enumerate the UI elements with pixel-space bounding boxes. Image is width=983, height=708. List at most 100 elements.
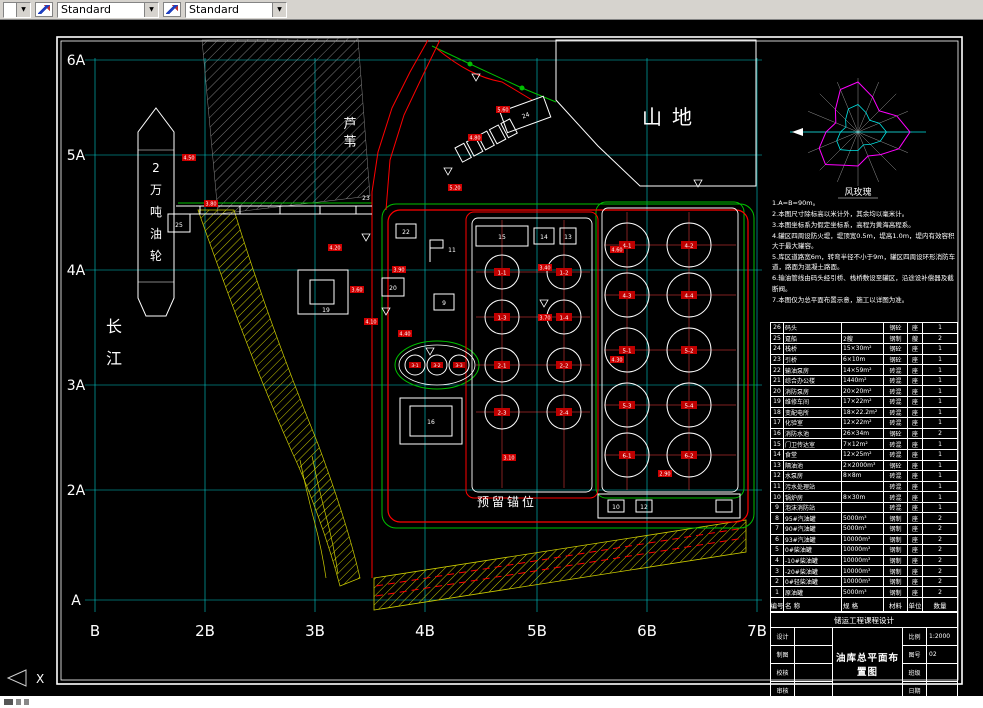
svg-text:4-2: 4-2 (685, 244, 694, 250)
grid-row-label: 6A (67, 53, 86, 69)
svg-text:4.40: 4.40 (399, 332, 410, 338)
svg-text:2-3: 2-3 (498, 411, 507, 417)
grid-col-label: 7B (747, 622, 767, 640)
note-line: 6.输油管线由码头经引桥、栈桥敷设至罐区，沿途设补偿器及截断阀。 (772, 274, 954, 293)
svg-text:3.40: 3.40 (539, 266, 550, 272)
svg-text:3-2: 3-2 (433, 363, 440, 369)
svg-text:4.80: 4.80 (469, 136, 480, 142)
reserved-berth-label: 预留锚位 (477, 494, 537, 509)
notes-block: 1.A=B=90m。 2.本图尺寸除标高以米计外，其余均以毫米计。 3.本图坐标系为… (772, 198, 958, 306)
table-row: 19 维修车间 17×22m² 砖混 座 1 (771, 397, 957, 408)
table-row: 5 0#柴油罐 10000m³ 钢制 座 2 (771, 545, 957, 556)
svg-text:6-2: 6-2 (685, 454, 694, 460)
drawing-canvas[interactable]: 6A 5A 4A 3A 2A A B 2B 3B 4B 5B 6B 7B 山地 (0, 20, 983, 700)
table-row: 7 90#汽油罐 5000m³ 钢制 座 2 (771, 523, 957, 535)
table-row: 10 锅炉房 8×30m 砖混 座 1 (771, 492, 957, 503)
tank-labels-middle: 1-1 1-2 1-3 1-4 2-1 2-2 2-3 2-4 (494, 268, 572, 417)
combo-empty-field (4, 3, 16, 17)
note-line: 5.库区道路宽6m，转弯半径不小于9m，罐区四周设环形消防车道，路面为混凝土路面… (772, 253, 956, 272)
titleblock-field: 设计 (771, 628, 832, 646)
note-line: 1.A=B=90m。 (772, 199, 820, 207)
table-row: 9 泡沫消防站 砖混 座 1 (771, 502, 957, 514)
note-line: 3.本图坐标系为假定坐标系，高程为黄海高程系。 (772, 221, 915, 230)
trestle-steps (454, 118, 518, 163)
table-row: 4 -10#柴油罐 10000m³ 钢制 座 2 (771, 555, 957, 567)
svg-text:1-1: 1-1 (498, 271, 507, 277)
svg-text:2.90: 2.90 (659, 472, 670, 478)
south-road (373, 519, 747, 611)
svg-text:芦: 芦 (343, 117, 356, 132)
building-19: 19 (297, 269, 349, 315)
table-row: 21 综合办公楼 1440m² 砖混 座 1 (771, 375, 957, 387)
chevron-down-icon[interactable]: ▼ (16, 2, 30, 17)
svg-text:5-2: 5-2 (685, 349, 694, 355)
svg-text:4.50: 4.50 (183, 156, 194, 162)
svg-text:3.60: 3.60 (351, 288, 362, 294)
svg-text:20: 20 (389, 285, 397, 292)
svg-text:22: 22 (402, 229, 410, 236)
building-24: 24 (499, 95, 552, 134)
svg-text:3-1: 3-1 (411, 363, 418, 369)
ucs-axis-icon: X (6, 669, 44, 687)
grid-row-label: 4A (67, 263, 86, 279)
status-mark (4, 699, 13, 705)
svg-text:4.20: 4.20 (329, 246, 340, 252)
ship-label-char: 2 (152, 161, 160, 175)
table-row: 6 93#汽油罐 10000m³ 钢制 座 2 (771, 534, 957, 546)
note-line: 2.本图尺寸除标高以米计外，其余均以毫米计。 (772, 210, 909, 219)
text-style-icon[interactable] (35, 2, 53, 17)
table-row: 14 食堂 12×25m² 砖混 座 1 (771, 449, 957, 461)
grid-col-label: 4B (415, 622, 435, 640)
svg-text:19: 19 (322, 307, 330, 314)
toolbar: ▼ Standard ▼ Standard ▼ (0, 0, 983, 20)
svg-text:11: 11 (448, 247, 456, 254)
equipment-table: 26 码头 钢砼 座 1 25 趸船 2艘 钢制 艘 2 24 栈桥 15×30… (770, 322, 958, 612)
table-row: 17 化验室 12×22m² 砖混 座 1 (771, 418, 957, 429)
table-row: 26 码头 钢砼 座 1 (771, 323, 957, 334)
svg-text:3.90: 3.90 (393, 268, 404, 274)
toolbar-combo-empty[interactable]: ▼ (3, 1, 31, 18)
building-9: 9 (433, 293, 455, 311)
svg-text:1-2: 1-2 (560, 271, 569, 277)
svg-text:4-3: 4-3 (623, 294, 632, 300)
svg-text:15: 15 (498, 234, 506, 241)
grid-row-label: 5A (67, 148, 86, 164)
ship-label-char: 轮 (150, 249, 162, 263)
svg-text:10: 10 (612, 504, 620, 511)
table-row: 11 污水处理站 砖混 座 1 (771, 481, 957, 493)
svg-text:24: 24 (521, 111, 531, 120)
note-line: 4.罐区四周设防火堤，堤顶宽0.5m，堤高1.0m，堤内有效容积大于最大罐容。 (772, 232, 955, 251)
table-row: 16 消防水池 26×34m 钢砼 座 2 (771, 428, 957, 440)
ship-label-char: 吨 (150, 205, 162, 219)
tank-group-small: 3-1 3-2 3-3 (398, 344, 476, 386)
grid-col-label: 2B (195, 622, 215, 640)
text-style-combo[interactable]: Standard ▼ (57, 1, 159, 18)
svg-text:2-2: 2-2 (560, 364, 569, 370)
grid-col-label: 5B (527, 622, 547, 640)
status-mark (24, 699, 29, 705)
note-line: 7.本图仅为总平面布置示意，施工以详图为准。 (772, 295, 909, 304)
chevron-down-icon[interactable]: ▼ (144, 2, 158, 17)
svg-text:5-4: 5-4 (685, 404, 694, 410)
building-11: 11 (429, 239, 456, 262)
dim-style-combo[interactable]: Standard ▼ (185, 1, 287, 18)
chevron-down-icon[interactable]: ▼ (272, 2, 286, 17)
status-mark (16, 699, 21, 705)
table-row: 2 0#轻柴油罐 10000m³ 钢制 座 2 (771, 576, 957, 588)
svg-text:5.60: 5.60 (497, 108, 508, 114)
grid-col-label: 6B (637, 622, 657, 640)
table-row: 15 门卫传达室 7×12m² 砖混 座 1 (771, 439, 957, 450)
titleblock-field: 图号 02 (903, 646, 957, 664)
mountain-area: 山地 (555, 39, 757, 187)
svg-text:江: 江 (106, 349, 122, 368)
table-row: 22 输油泵房 14×59m² 砖混 座 1 (771, 365, 957, 376)
svg-text:14: 14 (540, 234, 548, 241)
table-row: 1 原油罐 5000m³ 钢制 座 2 (771, 587, 957, 599)
ship-label-char: 万 (150, 183, 162, 197)
dim-style-value: Standard (189, 2, 240, 16)
dim-style-icon[interactable] (163, 2, 181, 17)
table-row: 20 消防泵房 20×20m² 砖混 座 1 (771, 386, 957, 398)
project-name: 储运工程课程设计 (771, 613, 957, 628)
table-row: 13 隔油池 2×2000m³ 钢砼 座 1 (771, 460, 957, 472)
wind-rose: 风玫瑰 (790, 78, 926, 199)
